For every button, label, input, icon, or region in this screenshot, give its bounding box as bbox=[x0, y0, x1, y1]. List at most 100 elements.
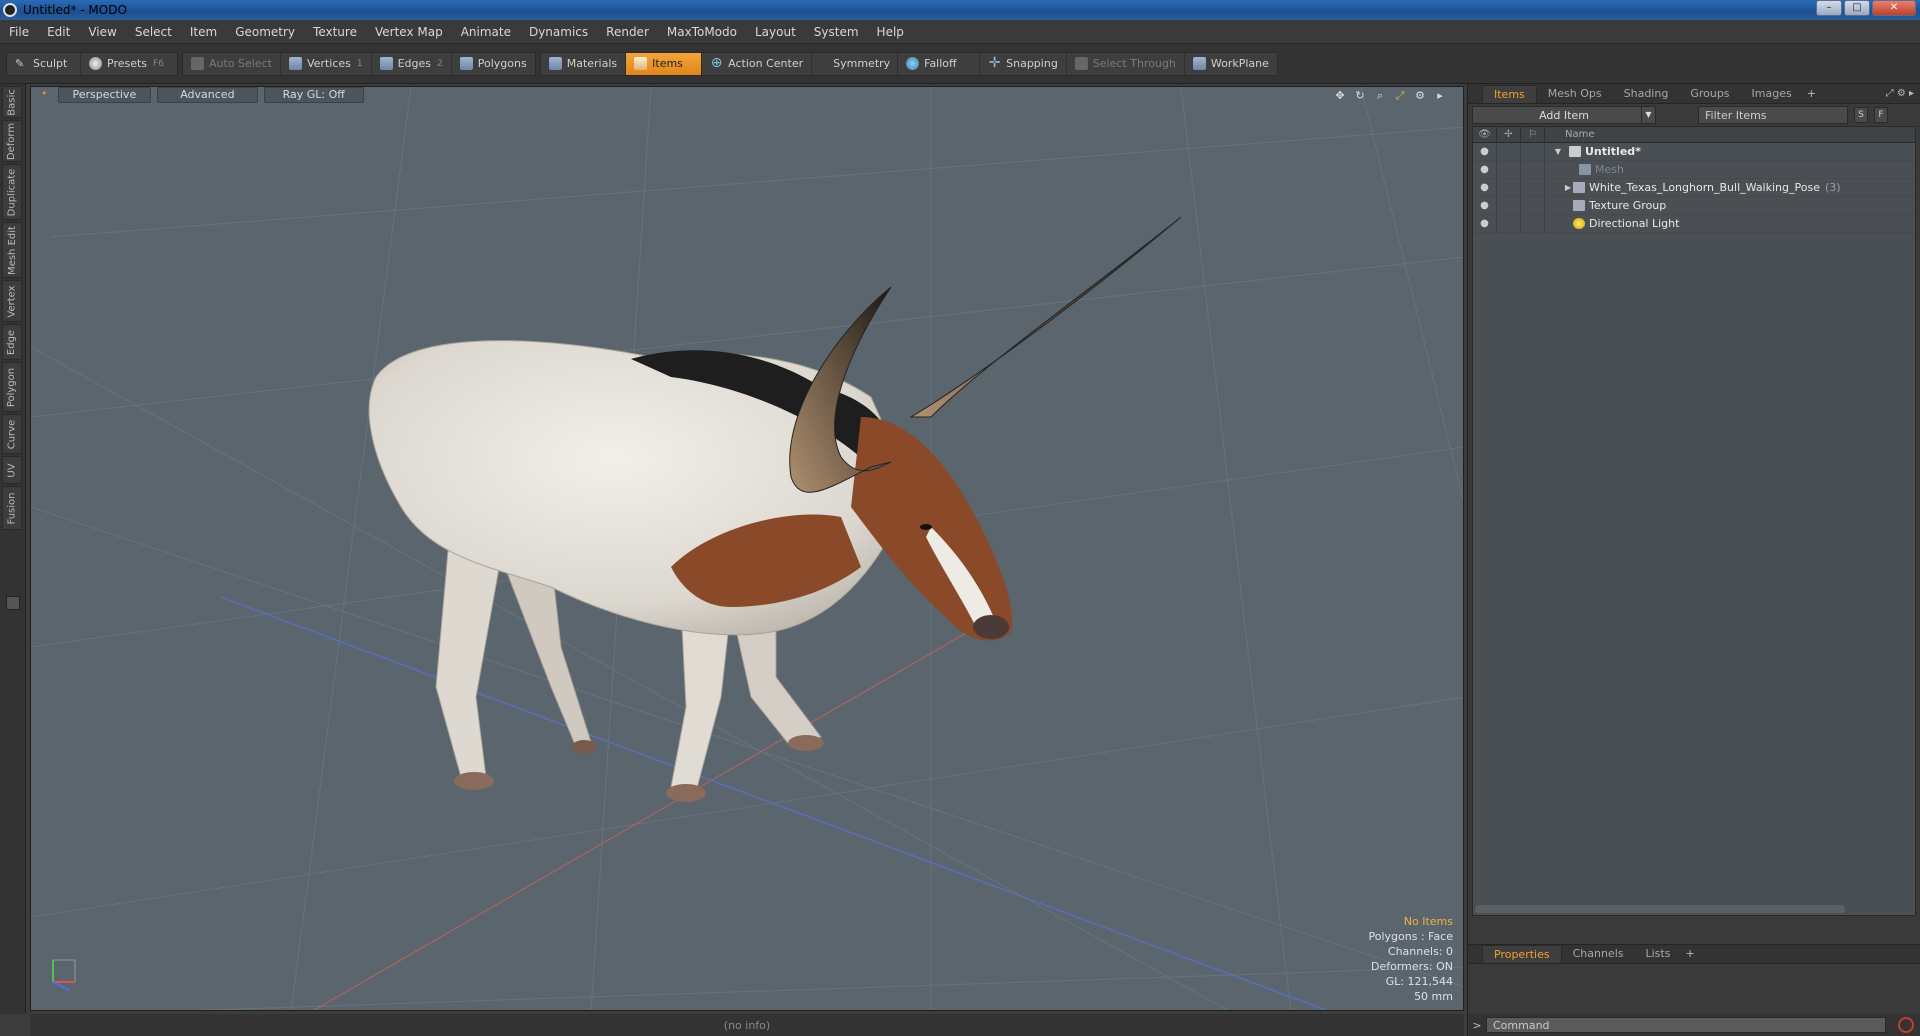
snapping-button[interactable]: ✛ Snapping bbox=[980, 52, 1067, 75]
gear-icon[interactable]: ⚙ bbox=[1413, 89, 1427, 103]
tab-images[interactable]: Images bbox=[1741, 85, 1803, 103]
zoom-icon[interactable]: ⌕ bbox=[1373, 89, 1387, 103]
name-column-header[interactable]: Name bbox=[1545, 129, 1595, 140]
texture-group-name: Texture Group bbox=[1589, 199, 1667, 212]
viewport-options-icon[interactable]: • bbox=[37, 87, 52, 103]
tree-row-light[interactable]: ● Directional Light bbox=[1473, 214, 1915, 233]
close-button[interactable]: ✕ bbox=[1872, 0, 1916, 16]
symmetry-button[interactable]: Symmetry bbox=[812, 52, 899, 75]
eye-icon[interactable]: ● bbox=[1473, 214, 1497, 233]
menu-maxtomodo[interactable]: MaxToModo bbox=[658, 25, 746, 39]
add-tab-button[interactable]: + bbox=[1803, 85, 1820, 103]
eye-icon[interactable]: ● bbox=[1473, 160, 1497, 179]
eye-icon[interactable]: ● bbox=[1473, 142, 1497, 161]
record-macro-icon[interactable] bbox=[1898, 1017, 1914, 1033]
vertices-button[interactable]: Vertices 1 bbox=[281, 52, 372, 75]
action-center-label: Action Center bbox=[728, 57, 804, 70]
tree-row-bull[interactable]: ● ▶ White_Texas_Longhorn_Bull_Walking_Po… bbox=[1473, 178, 1915, 197]
tab-properties[interactable]: Properties bbox=[1482, 945, 1562, 963]
menu-item[interactable]: Item bbox=[181, 25, 226, 39]
sculpt-group: ✎ Sculpt Presets F6 bbox=[6, 51, 178, 76]
chevron-down-icon[interactable]: ▼ bbox=[1641, 107, 1655, 123]
tab-lists[interactable]: Lists bbox=[1635, 945, 1682, 963]
tab-mesh-edit[interactable]: Mesh Edit bbox=[2, 222, 22, 278]
render-column-icon[interactable]: ⚐ bbox=[1521, 126, 1545, 143]
menu-animate[interactable]: Animate bbox=[452, 25, 520, 39]
view-perspective-button[interactable]: Perspective bbox=[57, 87, 152, 103]
maximize-button[interactable]: □ bbox=[1844, 0, 1870, 16]
visibility-column-icon[interactable]: 👁 bbox=[1473, 126, 1497, 143]
materials-icon bbox=[548, 57, 562, 70]
menu-view[interactable]: View bbox=[79, 25, 125, 39]
expand-arrow-icon[interactable]: ▸ bbox=[1433, 89, 1447, 103]
filter-items-input[interactable] bbox=[1698, 106, 1848, 124]
items-button[interactable]: Items bbox=[626, 52, 703, 75]
tab-mesh-ops[interactable]: Mesh Ops bbox=[1537, 85, 1613, 103]
tab-vertex[interactable]: Vertex bbox=[2, 280, 22, 322]
tab-duplicate[interactable]: Duplicate bbox=[2, 164, 22, 220]
expand-arrow-icon[interactable]: ▶ bbox=[1563, 183, 1573, 192]
presets-button[interactable]: Presets F6 bbox=[81, 53, 177, 75]
tab-polygon[interactable]: Polygon bbox=[2, 362, 22, 412]
3d-viewport[interactable]: • Perspective Advanced Ray GL: Off ✥ ↻ ⌕… bbox=[30, 86, 1464, 1011]
tab-basic[interactable]: Basic bbox=[2, 86, 22, 118]
menu-geometry[interactable]: Geometry bbox=[226, 25, 304, 39]
menu-layout[interactable]: Layout bbox=[746, 25, 805, 39]
tab-curve[interactable]: Curve bbox=[2, 414, 22, 454]
workplane-button[interactable]: WorkPlane bbox=[1185, 53, 1277, 75]
collapse-arrow-icon[interactable]: ▼ bbox=[1553, 147, 1563, 156]
tree-row-texture-group[interactable]: ● Texture Group bbox=[1473, 196, 1915, 215]
materials-button[interactable]: Materials bbox=[541, 52, 627, 75]
items-label: Items bbox=[652, 57, 683, 70]
menu-file[interactable]: File bbox=[0, 25, 38, 39]
longhorn-bull-model[interactable] bbox=[31, 87, 1464, 1011]
menu-system[interactable]: System bbox=[805, 25, 868, 39]
raygl-button[interactable]: Ray GL: Off bbox=[263, 87, 364, 103]
menu-help[interactable]: Help bbox=[868, 25, 913, 39]
eye-icon[interactable]: ● bbox=[1473, 178, 1497, 197]
falloff-button[interactable]: Falloff bbox=[898, 52, 981, 75]
tab-items[interactable]: Items bbox=[1482, 84, 1537, 103]
panel-expand-icon[interactable]: ⤢ ⚙ ▸ bbox=[1886, 88, 1914, 99]
tab-shading[interactable]: Shading bbox=[1613, 85, 1680, 103]
menu-render[interactable]: Render bbox=[597, 25, 658, 39]
menu-edit[interactable]: Edit bbox=[38, 25, 79, 39]
palette-toggle-button[interactable] bbox=[6, 596, 20, 610]
tab-uv[interactable]: UV bbox=[2, 456, 22, 484]
properties-tabs: Properties Channels Lists + bbox=[1468, 944, 1920, 964]
polygons-button[interactable]: Polygons bbox=[452, 53, 535, 75]
viewport-nav-tools: ✥ ↻ ⌕ ⤢ ⚙ ▸ bbox=[1333, 89, 1447, 103]
tree-horizontal-scrollbar[interactable] bbox=[1475, 905, 1845, 913]
title-bar: Untitled* - MODO – □ ✕ bbox=[0, 0, 1920, 20]
sculpt-button[interactable]: ✎ Sculpt bbox=[7, 52, 81, 75]
tab-fusion[interactable]: Fusion bbox=[2, 486, 22, 530]
tab-channels[interactable]: Channels bbox=[1562, 945, 1635, 963]
add-item-button[interactable]: Add Item ▼ bbox=[1472, 106, 1656, 124]
auto-select-button[interactable]: Auto Select bbox=[183, 52, 281, 75]
filter-f-button[interactable]: F bbox=[1874, 107, 1888, 123]
menu-vertex-map[interactable]: Vertex Map bbox=[366, 25, 452, 39]
filter-s-button[interactable]: S bbox=[1854, 107, 1868, 123]
modo-logo-icon bbox=[3, 3, 17, 17]
select-through-button[interactable]: Select Through bbox=[1067, 52, 1185, 75]
tree-row-root[interactable]: ● ▼ Untitled* bbox=[1473, 142, 1915, 161]
menu-dynamics[interactable]: Dynamics bbox=[520, 25, 597, 39]
tab-edge[interactable]: Edge bbox=[2, 324, 22, 360]
tab-deform[interactable]: Deform bbox=[2, 120, 22, 162]
select-through-icon bbox=[1074, 57, 1088, 70]
minimize-button[interactable]: – bbox=[1816, 0, 1842, 16]
lock-column-icon[interactable]: ✢ bbox=[1497, 126, 1521, 143]
pan-icon[interactable]: ✥ bbox=[1333, 89, 1347, 103]
tree-row-mesh[interactable]: ● Mesh bbox=[1473, 160, 1915, 179]
tab-groups[interactable]: Groups bbox=[1679, 85, 1740, 103]
command-input[interactable] bbox=[1486, 1017, 1886, 1033]
menu-select[interactable]: Select bbox=[126, 25, 181, 39]
action-center-button[interactable]: ⊕ Action Center bbox=[702, 52, 813, 75]
rotate-icon[interactable]: ↻ bbox=[1353, 89, 1367, 103]
menu-texture[interactable]: Texture bbox=[304, 25, 366, 39]
edges-button[interactable]: Edges 2 bbox=[372, 52, 452, 75]
shading-advanced-button[interactable]: Advanced bbox=[157, 87, 258, 103]
add-properties-tab-button[interactable]: + bbox=[1681, 945, 1698, 963]
eye-icon[interactable]: ● bbox=[1473, 196, 1497, 215]
fit-view-icon[interactable]: ⤢ bbox=[1393, 89, 1407, 103]
